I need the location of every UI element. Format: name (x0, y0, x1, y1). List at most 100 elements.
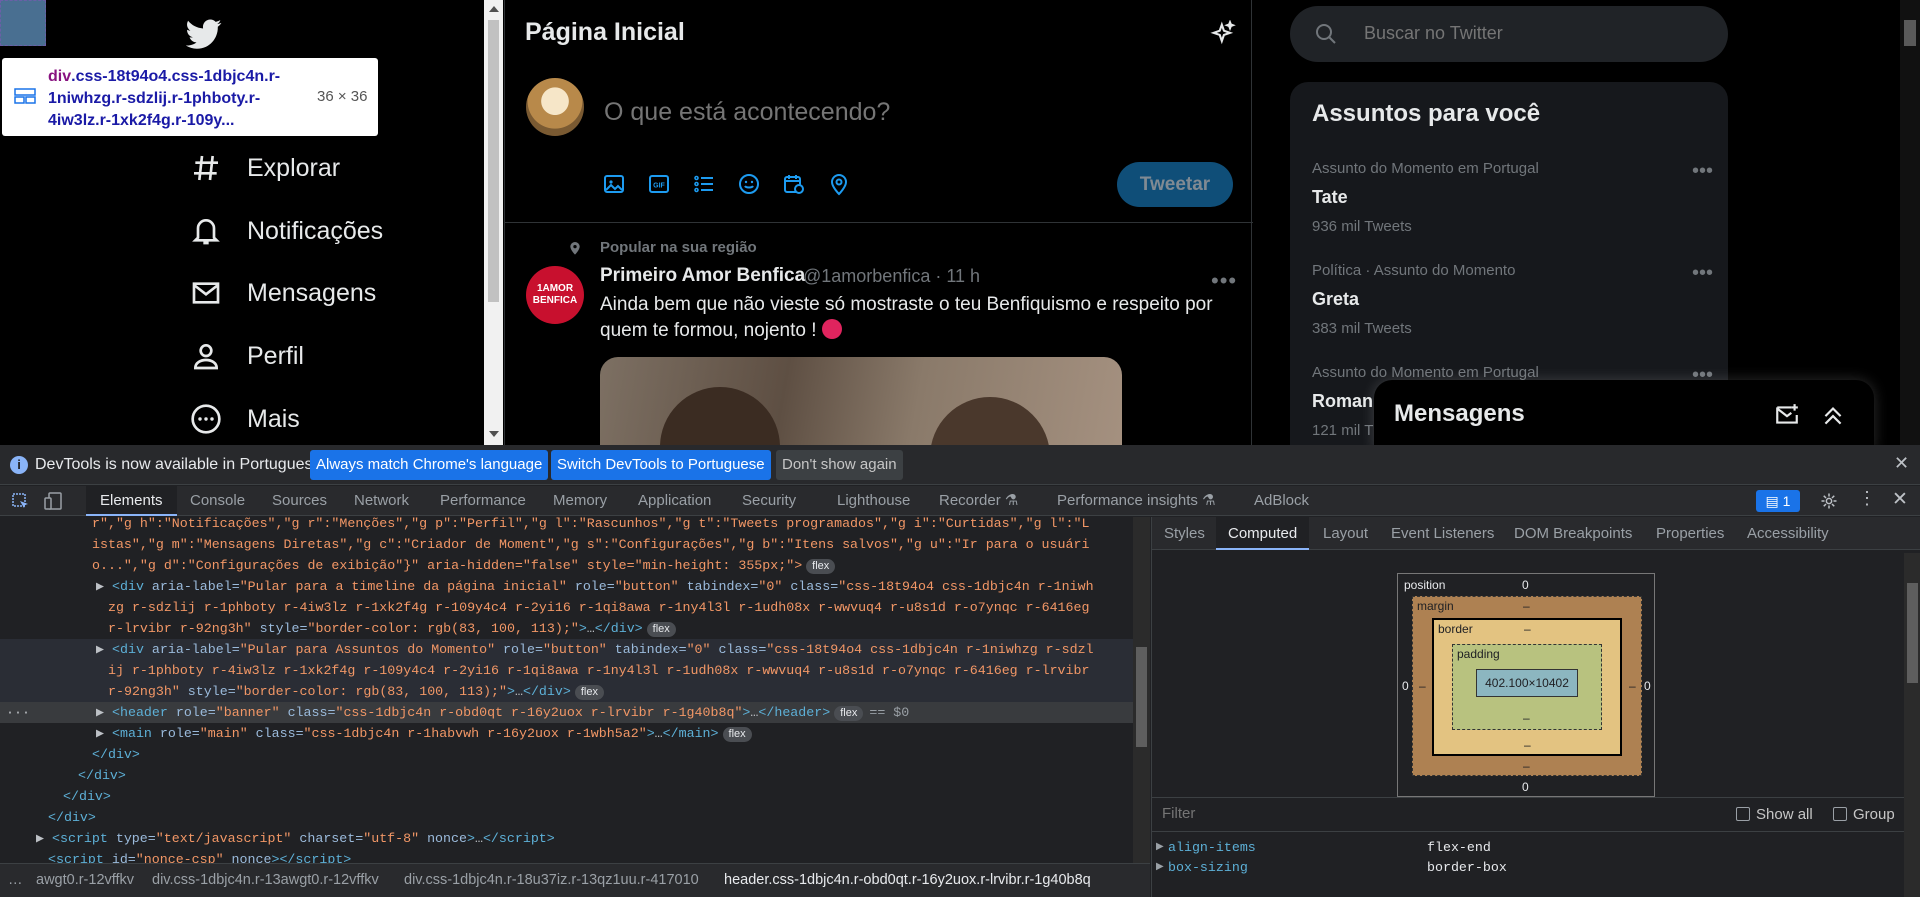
tab-memory[interactable]: Memory (553, 486, 607, 516)
location-icon[interactable] (827, 172, 851, 196)
tweet-media-image[interactable] (600, 357, 1122, 445)
code-line[interactable]: r-92ng3h" style="border-color: rgb(83, 1… (0, 681, 1133, 702)
tree-node-header-selected[interactable]: ··· ▶ <header role="banner" class="css-1d… (0, 702, 1133, 723)
avatar[interactable]: 1AMOR BENFICA (526, 266, 584, 324)
tab-security[interactable]: Security (742, 486, 796, 516)
tab-properties[interactable]: Properties (1656, 517, 1724, 550)
dont-show-again-button[interactable]: Don't show again (776, 450, 903, 480)
tweet-author-handle[interactable]: @1amorbenfica · 11 h (803, 266, 980, 287)
tweet-button[interactable]: Tweetar (1117, 162, 1233, 207)
avatar[interactable] (526, 78, 584, 136)
close-icon[interactable]: ✕ (1894, 453, 1909, 474)
double-chevron-up-icon[interactable] (1820, 402, 1846, 428)
nav-item-more[interactable]: Mais (190, 397, 300, 441)
scroll-down-arrow-icon[interactable] (489, 431, 499, 437)
tab-dom-breakpoints[interactable]: DOM Breakpoints (1514, 517, 1632, 550)
trend-item[interactable]: Política · Assunto do Momento Greta 383 … (1312, 262, 1713, 337)
tab-recorder[interactable]: Recorder ⚗ (939, 486, 1018, 516)
box-content-size[interactable]: 402.100×10402 (1476, 669, 1578, 697)
tab-styles[interactable]: Styles (1164, 517, 1205, 550)
right-scrollbar[interactable] (1900, 0, 1920, 445)
twitter-logo-icon[interactable] (186, 16, 222, 52)
breadcrumb-item[interactable]: div.css-1dbjc4n.r-18u37iz.r-13qz1uu.r-41… (404, 864, 699, 896)
tab-performance-insights[interactable]: Performance insights ⚗ (1057, 486, 1216, 516)
more-options-icon[interactable]: ••• (1211, 268, 1237, 294)
code-line[interactable]: </div> (48, 807, 96, 828)
tab-application[interactable]: Application (638, 486, 711, 516)
switch-language-button[interactable]: Switch DevTools to Portuguese (551, 450, 771, 480)
scrollbar-thumb[interactable] (1136, 647, 1147, 747)
gear-icon[interactable] (1820, 492, 1838, 510)
tab-layout[interactable]: Layout (1323, 517, 1368, 550)
tab-accessibility[interactable]: Accessibility (1747, 517, 1829, 550)
more-options-icon[interactable]: ••• (1692, 160, 1713, 183)
tab-elements[interactable]: Elements (86, 486, 177, 516)
tab-event-listeners[interactable]: Event Listeners (1391, 517, 1494, 550)
tab-network[interactable]: Network (354, 486, 409, 516)
breadcrumb-ellipsis[interactable]: … (8, 864, 23, 896)
gif-icon[interactable]: GIF (647, 172, 671, 196)
scrollbar-thumb[interactable] (488, 20, 499, 302)
issues-badge[interactable]: ▤ 1 (1756, 490, 1800, 512)
close-icon[interactable]: ✕ (1892, 488, 1908, 511)
nav-item-messages[interactable]: Mensagens (190, 271, 376, 315)
elements-tree[interactable]: r","g h":"Notificações","g r":"Menções",… (0, 517, 1133, 863)
tab-console[interactable]: Console (190, 486, 245, 516)
computed-property-row[interactable]: ▶ align-items flex-end (1152, 838, 1892, 858)
scroll-up-arrow-icon[interactable] (489, 6, 499, 12)
filter-input[interactable] (1160, 804, 1660, 823)
tree-node-main[interactable]: ▶ <main role="main" class="css-1dbjc4n r… (96, 723, 752, 744)
scrollbar-thumb[interactable] (1907, 583, 1918, 683)
elements-scrollbar[interactable] (1133, 517, 1150, 863)
code-line[interactable]: zg r-sdzlij r-1phboty r-4iw3lz r-1xk2f4g… (108, 597, 1089, 618)
new-message-icon[interactable] (1774, 402, 1800, 428)
code-line[interactable]: ij r-1phboty r-4iw3lz r-1xk2f4g r-109y4c… (0, 660, 1133, 681)
tab-sources[interactable]: Sources (272, 486, 327, 516)
scrollbar-thumb[interactable] (1904, 20, 1916, 46)
tab-computed[interactable]: Computed (1216, 517, 1310, 550)
tree-node-script[interactable]: <script id="nonce-csp" nonce></script> (48, 849, 351, 863)
kebab-menu-icon[interactable]: ⋮ (1858, 488, 1876, 509)
trend-item[interactable]: Assunto do Momento em Portugal Tate 936 … (1312, 160, 1713, 235)
breadcrumb-item-selected[interactable]: header.css-1dbjc4n.r-obd0qt.r-16y2uox.r-… (724, 864, 1091, 896)
nav-item-profile[interactable]: Perfil (190, 334, 304, 378)
inspect-element-icon[interactable] (12, 493, 30, 511)
match-language-button[interactable]: Always match Chrome's language (310, 450, 549, 480)
poll-icon[interactable] (692, 172, 716, 196)
code-line[interactable]: </div> (78, 765, 126, 786)
tree-node-div-skip-trends[interactable]: ▶ <div aria-label="Pular para Assuntos d… (0, 639, 1133, 660)
breadcrumb-item[interactable]: div.css-1dbjc4n.r-13awgt0.r-12vffkv (152, 864, 379, 896)
code-line[interactable]: r","g h":"Notificações","g r":"Menções",… (92, 517, 1089, 534)
expand-arrow-icon[interactable]: ▶ (1156, 838, 1164, 858)
code-line[interactable]: </div> (92, 744, 140, 765)
tab-performance[interactable]: Performance (440, 486, 526, 516)
nav-item-explore[interactable]: Explorar (190, 146, 340, 190)
tweet-author-name[interactable]: Primeiro Amor Benfica (600, 265, 805, 287)
group-checkbox[interactable] (1833, 807, 1847, 821)
breadcrumb-item[interactable]: awgt0.r-12vffkv (36, 864, 134, 896)
more-options-icon[interactable]: ••• (1692, 262, 1713, 285)
tree-node-script[interactable]: ▶ <script type="text/javascript" charset… (36, 828, 555, 849)
compose-input[interactable] (602, 97, 1162, 128)
sidepanel-scrollbar[interactable] (1904, 553, 1920, 897)
left-scrollbar[interactable] (484, 0, 503, 445)
device-toolbar-icon[interactable] (44, 492, 62, 510)
show-all-checkbox[interactable] (1736, 807, 1750, 821)
sparkle-icon[interactable] (1209, 20, 1237, 48)
search-box[interactable] (1290, 6, 1728, 62)
computed-property-row[interactable]: ▶ box-sizing border-box (1152, 858, 1892, 878)
code-line[interactable]: istas","g m":"Mensagens Diretas","g c":"… (92, 534, 1089, 555)
expand-arrow-icon[interactable]: ▶ (1156, 858, 1164, 878)
tree-node-div-skip-home[interactable]: ▶ <div aria-label="Pular para a timeline… (96, 576, 1094, 597)
image-icon[interactable] (602, 172, 626, 196)
messages-drawer[interactable]: Mensagens (1374, 380, 1874, 445)
nav-item-notifications[interactable]: Notificações (190, 209, 383, 253)
tab-lighthouse[interactable]: Lighthouse (837, 486, 910, 516)
tab-adblock[interactable]: AdBlock (1254, 486, 1309, 516)
schedule-icon[interactable] (782, 172, 806, 196)
code-line[interactable]: r-lrvibr r-92ng3h" style="border-color: … (108, 618, 676, 639)
emoji-icon[interactable] (737, 172, 761, 196)
code-line[interactable]: </div> (63, 786, 111, 807)
search-input[interactable] (1362, 22, 1702, 45)
code-line[interactable]: o...","g d":"Configurações de exibição"}… (92, 555, 836, 576)
